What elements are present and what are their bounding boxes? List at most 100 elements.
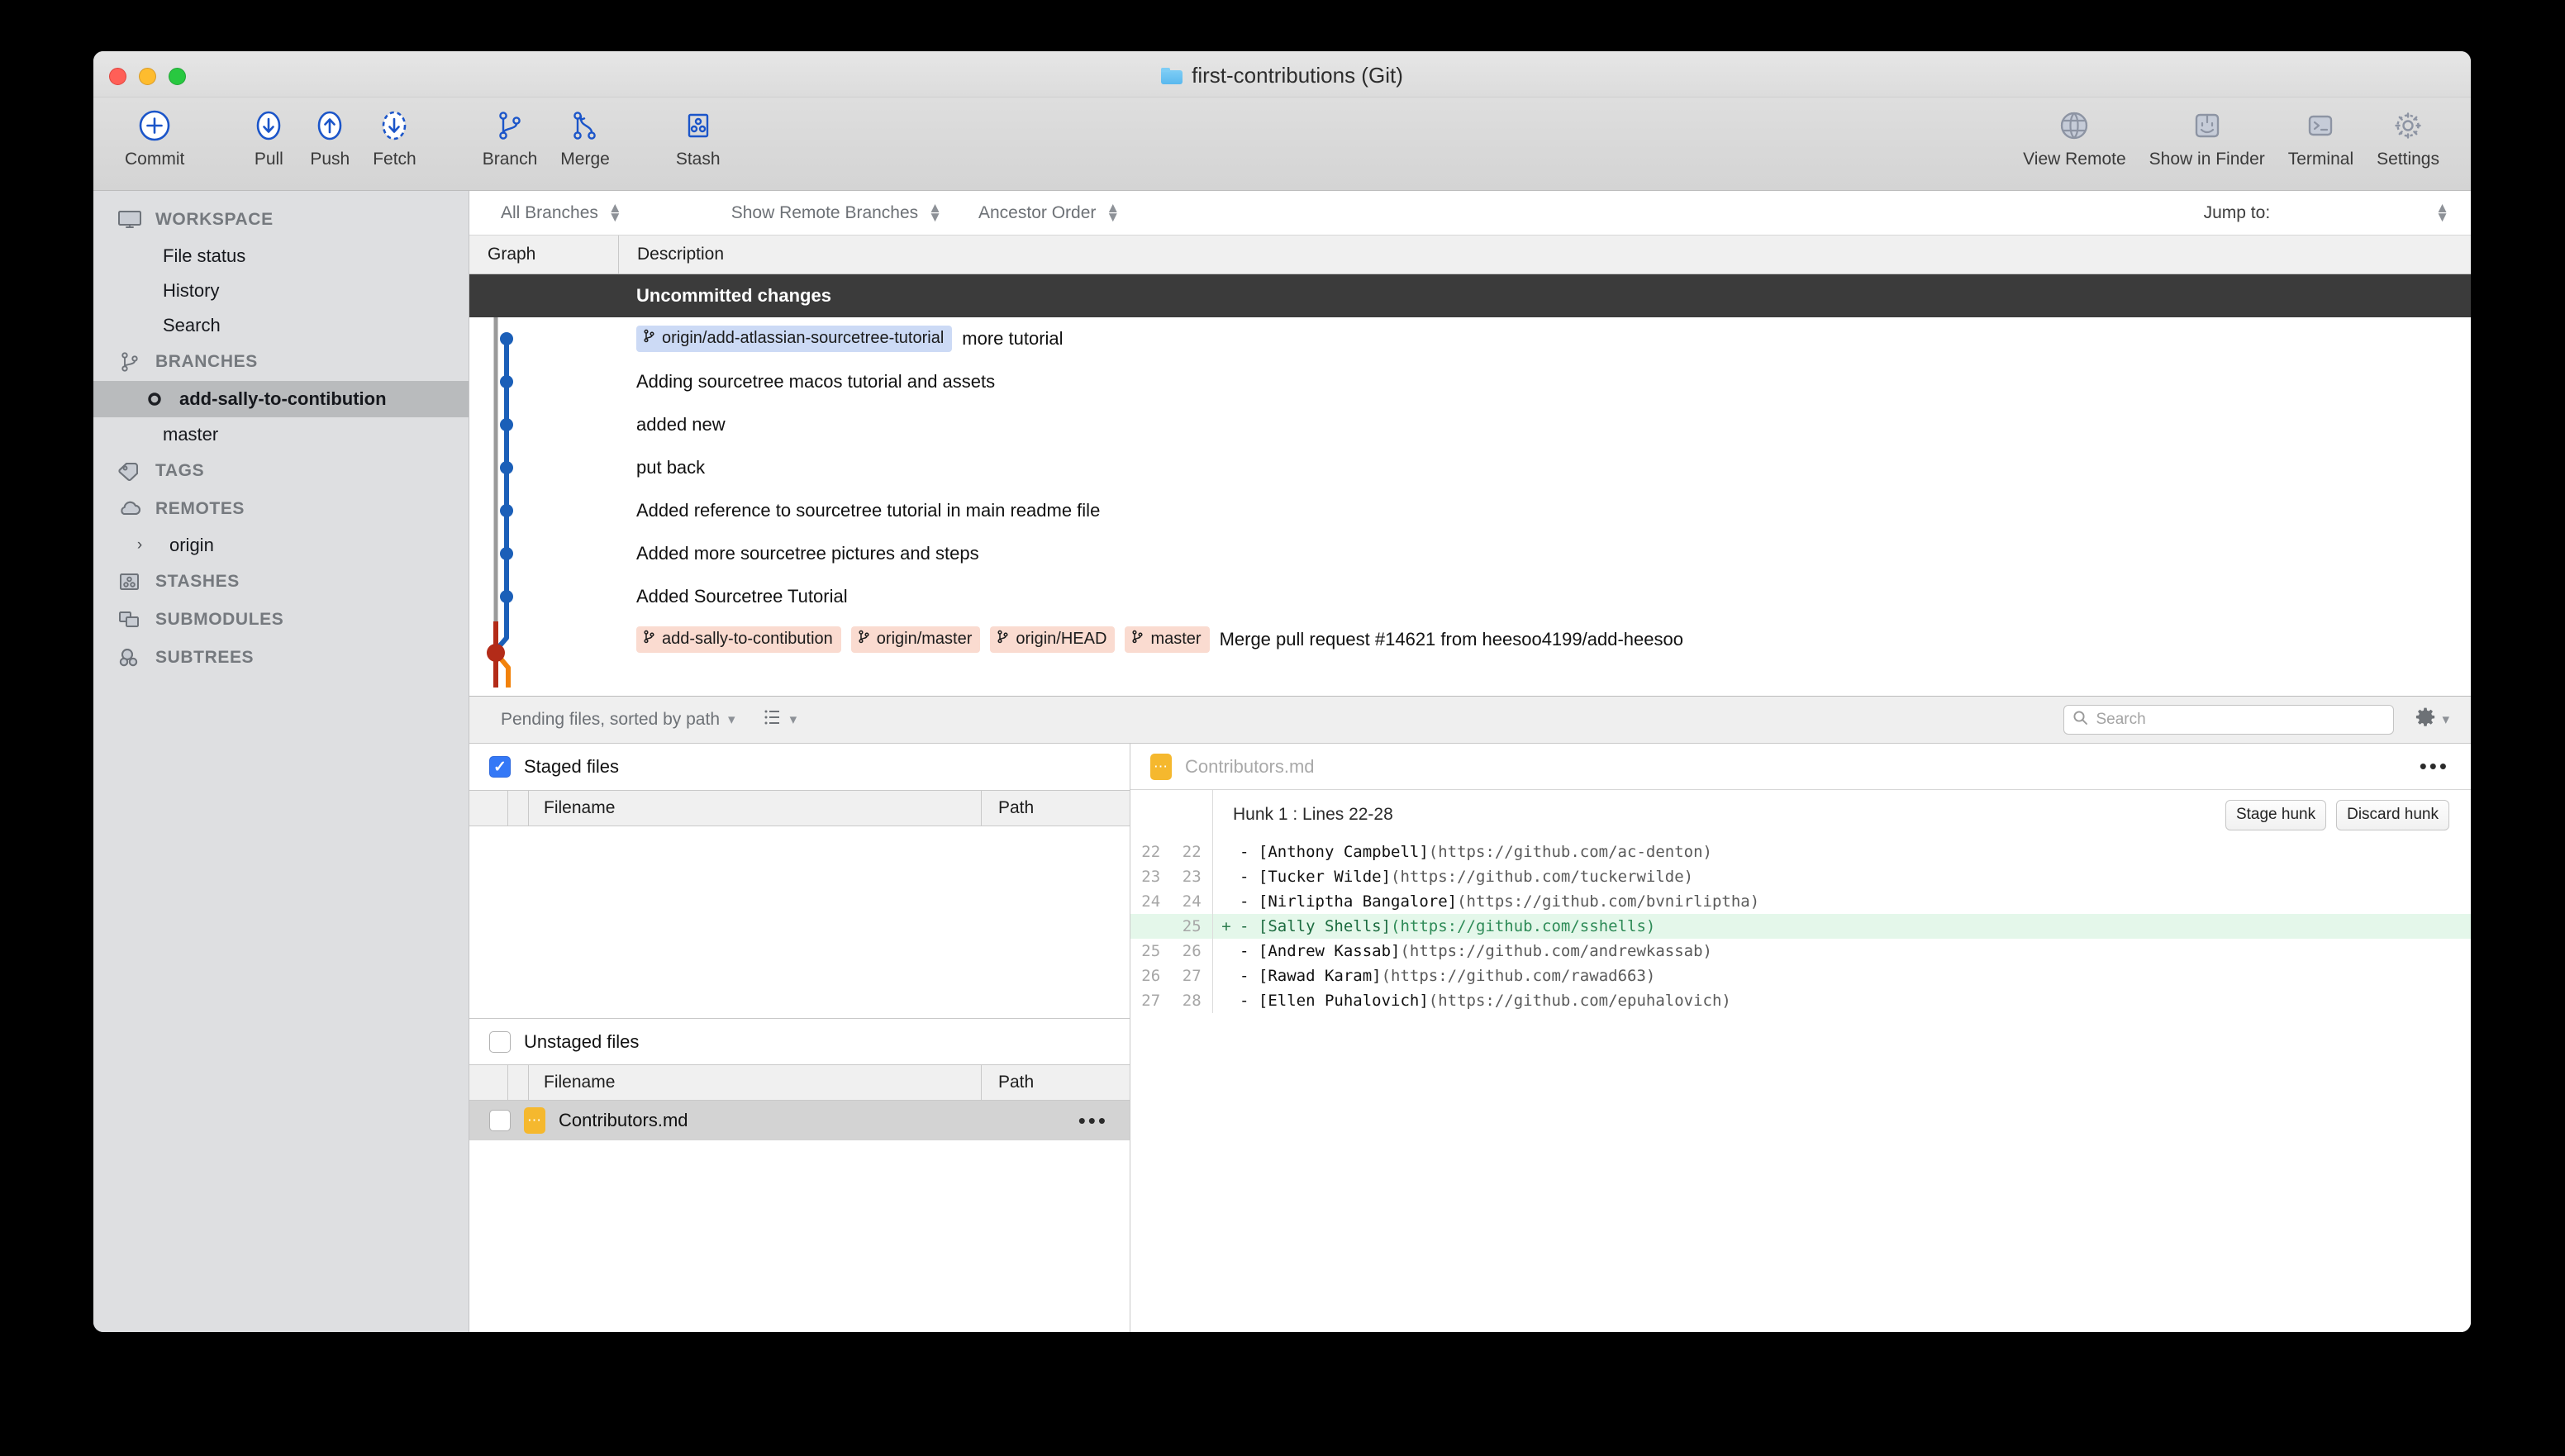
sidebar-section-tags[interactable]: TAGS [93, 452, 469, 490]
ref-label-text: origin/master [876, 630, 973, 648]
commit-message: Adding sourcetree macos tutorial and ass… [636, 371, 996, 392]
new-line-number: 25 [1182, 917, 1202, 935]
terminal-label: Terminal [2287, 150, 2354, 169]
sidebar-item-file-status[interactable]: File status [93, 239, 469, 274]
branch-filter-dropdown[interactable]: All Branches ▲ ▼ [501, 201, 622, 223]
sidebar-section-remotes[interactable]: REMOTES [93, 490, 469, 528]
commit-description: put back [618, 457, 2471, 478]
search-icon [2072, 710, 2088, 730]
sidebar-section-stashes[interactable]: STASHES [93, 563, 469, 601]
sidebar-section-subtrees[interactable]: SUBTREES [93, 639, 469, 677]
commit-row[interactable]: Added more sourcetree pictures and steps [469, 532, 2471, 575]
discard-hunk-button[interactable]: Discard hunk [2336, 799, 2449, 830]
diff-line-added[interactable]: 25 + - [Sally Shells](https://github.com… [1130, 914, 2471, 939]
settings-button[interactable]: Settings [2365, 102, 2451, 169]
branch-button[interactable]: Branch [471, 102, 550, 169]
stash-button[interactable]: Stash [664, 102, 732, 169]
diff-line[interactable]: 24 24 - [Nirliptha Bangalore](https://gi… [1130, 889, 2471, 914]
commit-row[interactable]: put back [469, 446, 2471, 489]
commit-row[interactable]: origin/add-atlassian-sourcetree-tutorial… [469, 317, 2471, 360]
column-header-description[interactable]: Description [618, 236, 2471, 274]
window-body: WORKSPACE File status History Search BRA… [93, 191, 2471, 1332]
sidebar-section-workspace[interactable]: WORKSPACE [93, 201, 469, 239]
show-in-finder-button[interactable]: Show in Finder [2138, 102, 2277, 169]
commit-row[interactable]: Added reference to sourcetree tutorial i… [469, 489, 2471, 532]
search-input[interactable]: Search [2063, 705, 2395, 735]
remote-filter-dropdown[interactable]: Show Remote Branches ▲ ▼ [731, 199, 942, 225]
diff-menu-button[interactable]: ••• [2420, 755, 2449, 778]
order-filter-label: Ancestor Order [978, 202, 1097, 222]
commit-row[interactable]: added new [469, 403, 2471, 446]
diff-lines[interactable]: 22 22 - [Anthony Campbell](https://githu… [1130, 840, 2471, 1332]
file-row-checkbox[interactable] [489, 1110, 511, 1131]
push-button[interactable]: Push [298, 102, 361, 169]
stage-hunk-button[interactable]: Stage hunk [2225, 799, 2327, 830]
merge-button[interactable]: Merge [549, 102, 621, 169]
cloud-icon [117, 497, 143, 521]
sidebar-section-branches[interactable]: BRANCHES [93, 343, 469, 381]
branch-icon [858, 630, 870, 649]
diff-text: - [Sally Shells](https://github.com/sshe… [1240, 917, 1655, 935]
diff-line[interactable]: 26 27 - [Rawad Karam](https://github.com… [1130, 964, 2471, 988]
hunk-title: Hunk 1 : Lines 22-28 [1233, 805, 1393, 824]
sort-dropdown[interactable]: Pending files, sorted by path ▾ [501, 710, 735, 730]
chevron-down-icon: ▾ [789, 711, 797, 727]
tag-icon [117, 459, 143, 483]
terminal-button[interactable]: Terminal [2277, 102, 2365, 169]
order-filter-dropdown[interactable]: Ancestor Order ▲ ▼ [978, 201, 1120, 223]
column-header-filename[interactable]: Filename [529, 1073, 981, 1092]
unstaged-files-label: Unstaged files [524, 1030, 640, 1052]
chevron-right-icon[interactable]: › [131, 536, 148, 554]
commit-row[interactable]: Added Sourcetree Tutorial [469, 575, 2471, 618]
settings-menu-button[interactable]: ▾ [2414, 707, 2449, 734]
column-header-path[interactable]: Path [981, 1065, 1130, 1100]
ref-label-local[interactable]: master [1125, 626, 1210, 653]
staged-files-checkbox[interactable] [489, 756, 511, 778]
commit-row[interactable]: Adding sourcetree macos tutorial and ass… [469, 360, 2471, 403]
show-in-finder-label: Show in Finder [2149, 150, 2265, 169]
staged-files-list[interactable] [469, 826, 1130, 1018]
sidebar-section-submodules[interactable]: SUBMODULES [93, 601, 469, 639]
commit-button[interactable]: Commit [113, 102, 196, 169]
commit-row-uncommitted[interactable]: Uncommitted changes [469, 274, 2471, 317]
ref-label-remote[interactable]: origin/add-atlassian-sourcetree-tutorial [636, 326, 953, 352]
commit-row-merge[interactable]: add-sally-to-contibution origin/master o… [469, 618, 2471, 661]
view-mode-dropdown[interactable]: ▾ [764, 708, 797, 731]
fetch-button[interactable]: Fetch [361, 102, 428, 169]
ref-label-local[interactable]: origin/HEAD [990, 626, 1116, 653]
ref-label-local[interactable]: origin/master [850, 626, 981, 653]
pull-button[interactable]: Pull [239, 102, 298, 169]
ref-label-local[interactable]: add-sally-to-contibution [636, 626, 841, 653]
diff-line[interactable]: 22 22 - [Anthony Campbell](https://githu… [1130, 840, 2471, 864]
file-row-menu-button[interactable]: ••• [1078, 1109, 1108, 1131]
diff-line[interactable]: 25 26 - [Andrew Kassab](https://github.c… [1130, 939, 2471, 964]
sidebar-section-submodules-label: SUBMODULES [155, 610, 284, 629]
chevron-down-icon: ▾ [728, 711, 735, 727]
commit-list: Uncommitted changes origin/add-atlassian… [469, 274, 2471, 696]
sidebar-item-history[interactable]: History [93, 274, 469, 308]
sidebar-item-master[interactable]: master [93, 417, 469, 452]
jump-to-dropdown[interactable]: Jump to: ▲ ▼ [2204, 201, 2449, 223]
file-row[interactable]: ⋯ Contributors.md ••• [469, 1101, 1130, 1140]
submodules-icon [117, 608, 143, 631]
unstaged-files-checkbox[interactable] [489, 1030, 511, 1053]
chevron-updown-icon: ▲ ▼ [928, 199, 942, 225]
checkbox-column-header [469, 791, 508, 826]
graph-cell [469, 575, 618, 618]
sidebar-item-add-sally-to-contibution[interactable]: add-sally-to-contibution [93, 381, 469, 417]
graph-cell [469, 360, 618, 403]
column-header-filename[interactable]: Filename [529, 798, 981, 818]
commit-message: put back [636, 457, 706, 478]
push-label: Push [310, 150, 350, 169]
sidebar-item-origin[interactable]: › origin [93, 528, 469, 563]
sidebar-item-search[interactable]: Search [93, 308, 469, 343]
diff-line[interactable]: 27 28 - [Ellen Puhalovich](https://githu… [1130, 988, 2471, 1013]
sidebar-section-branches-label: BRANCHES [155, 352, 258, 371]
diff-text-url: (https://github.com/sshells) [1391, 917, 1656, 935]
unstaged-files-list[interactable]: ⋯ Contributors.md ••• [469, 1101, 1130, 1332]
column-header-graph[interactable]: Graph [469, 245, 618, 264]
view-remote-button[interactable]: View Remote [2011, 102, 2138, 169]
old-line-number: 26 [1141, 967, 1161, 985]
diff-line[interactable]: 23 23 - [Tucker Wilde](https://github.co… [1130, 864, 2471, 889]
column-header-path[interactable]: Path [981, 791, 1130, 826]
